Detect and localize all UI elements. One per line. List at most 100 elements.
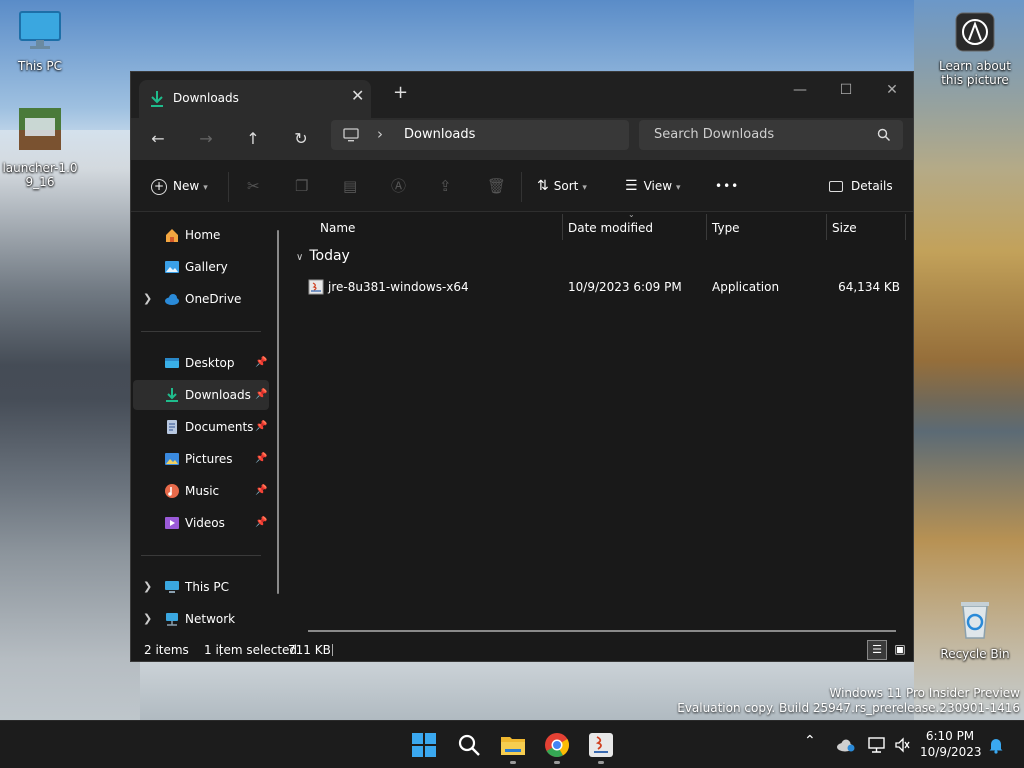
rename-icon[interactable]: Ⓐ [391,172,406,200]
chrome-icon[interactable] [541,729,573,761]
java-installer-icon[interactable] [585,729,617,761]
running-indicator [510,761,516,764]
pin-icon: 📌 [255,421,268,432]
sidebar-item-desktop[interactable]: Desktop 📌 [133,348,269,378]
group-header-today[interactable]: ∨ Today [296,248,350,264]
sort-indicator-icon: ⌄ [628,210,635,219]
status-separator [332,644,333,656]
running-indicator [598,761,604,764]
sidebar-item-home[interactable]: Home [133,220,269,250]
address-bar[interactable]: › Downloads [331,120,629,150]
search-placeholder: Search Downloads [654,127,775,142]
clock-date[interactable]: 10/9/2023 [920,745,982,759]
desktop-icon-launcher[interactable]: launcher-1.09_16 [0,104,80,189]
desktop-icon-label: This PC [18,59,62,73]
breadcrumb-downloads[interactable]: Downloads [404,127,475,142]
group-label: Today [309,248,350,264]
tab-downloads[interactable]: Downloads ✕ [139,80,371,118]
status-bar: 2 items 1 item selected 711 KB ☰ ▣ [131,638,913,662]
sidebar-item-downloads[interactable]: Downloads 📌 [133,380,269,410]
monitor-icon [19,11,61,49]
share-icon[interactable]: ⇪ [439,172,452,200]
chevron-right-icon[interactable]: ❯ [143,572,152,602]
more-options-button[interactable]: ••• [715,172,739,200]
search-input[interactable]: Search Downloads [639,120,903,150]
column-divider[interactable] [562,214,563,240]
refresh-button[interactable]: ↻ [286,125,316,153]
new-button[interactable]: + New ▾ [151,172,208,200]
plus-circle-icon: + [151,178,167,195]
file-explorer-icon[interactable] [497,729,529,761]
file-size: 64,134 KB [838,280,900,294]
details-view-icon[interactable]: ☰ [867,640,887,660]
document-icon [167,420,177,434]
up-button[interactable]: ↑ [238,125,268,153]
sidebar-item-documents[interactable]: Documents 📌 [133,412,269,442]
chevron-down-icon: ∨ [296,252,304,263]
notification-bell-icon[interactable] [988,736,1004,754]
camera-info-icon [955,12,995,52]
delete-icon[interactable]: 🗑 [487,172,506,200]
cut-icon[interactable]: ✂ [247,172,260,200]
sidebar-item-this-pc[interactable]: ❯ This PC [133,572,269,602]
desktop-icon-recycle-bin[interactable]: Recycle Bin [935,598,1015,661]
desktop-icon-label: Learn about this picture [939,59,1011,87]
tiles-view-icon[interactable]: ▣ [890,640,910,660]
cloud-icon[interactable] [836,737,856,753]
chevron-right-icon[interactable]: ❯ [143,604,152,634]
command-bar: + New ▾ ✂ ❐ ▤ Ⓐ ⇪ 🗑 ⇅ Sort ▾ ☰ View ▾ ••• Deta… [131,160,913,212]
chevron-up-icon[interactable]: ⌃ [804,733,816,749]
column-header-name[interactable]: Name [320,221,355,235]
sidebar-item-onedrive[interactable]: ❯ OneDrive [133,284,269,314]
copy-icon[interactable]: ❐ [295,172,308,200]
sidebar-separator [141,331,261,332]
column-header-type[interactable]: Type [712,221,740,235]
desktop-icon-label: Recycle Bin [940,647,1010,661]
toolbar-separator [521,172,522,202]
forward-button[interactable]: → [191,125,221,153]
network-icon[interactable] [868,737,886,753]
sidebar-scrollbar[interactable] [277,230,279,594]
column-divider[interactable] [905,214,906,240]
column-divider[interactable] [826,214,827,240]
back-button[interactable]: ← [143,125,173,153]
column-divider[interactable] [706,214,707,240]
windows-start-icon[interactable] [408,729,440,761]
details-button[interactable]: Details [829,172,893,200]
new-tab-button[interactable]: + [393,82,408,103]
minimize-button[interactable]: — [777,76,823,104]
sidebar-item-label: Videos [185,516,225,530]
sidebar-item-network[interactable]: ❯ Network [133,604,269,634]
sidebar-item-gallery[interactable]: Gallery [133,252,269,282]
sidebar-item-label: Pictures [185,452,233,466]
view-button[interactable]: ☰ View ▾ [625,172,681,200]
horizontal-scrollbar[interactable] [308,630,896,632]
recycle-bin-icon [961,602,989,639]
column-header-date-modified[interactable]: Date modified [568,221,653,235]
sidebar-item-music[interactable]: Music 📌 [133,476,269,506]
sort-button[interactable]: ⇅ Sort ▾ [537,172,587,200]
column-header-size[interactable]: Size [832,221,857,235]
close-tab-button[interactable]: ✕ [351,86,364,105]
clock-time[interactable]: 6:10 PM [920,729,980,743]
monitor-icon [165,581,179,593]
chevron-right-icon[interactable]: ❯ [143,284,152,314]
item-count: 2 items [144,643,189,657]
selection-count: 1 item selected [204,643,298,657]
table-row[interactable]: jre-8u381-windows-x64 10/9/2023 6:09 PM … [296,273,906,301]
watermark-line-2: Evaluation copy. Build 25947.rs_prerelea… [677,701,1020,715]
maximize-button[interactable]: ☐ [823,76,869,104]
chevron-down-icon: ▾ [582,183,587,193]
sidebar-item-pictures[interactable]: Pictures 📌 [133,444,269,474]
sidebar-item-label: Music [185,484,220,498]
desktop-icon-learn-picture[interactable]: Learn about this picture [935,12,1015,87]
close-window-button[interactable]: ✕ [869,76,915,104]
pin-icon: 📌 [255,485,268,496]
taskbar: ⌃ 6:10 PM 10/9/2023 [0,720,1024,768]
search-icon[interactable] [453,729,485,761]
desktop-icon-this-pc[interactable]: This PC [0,10,80,73]
volume-muted-icon[interactable] [894,737,910,753]
cloud-icon [165,294,179,305]
paste-icon[interactable]: ▤ [343,172,357,200]
sidebar-item-videos[interactable]: Videos 📌 [133,508,269,538]
